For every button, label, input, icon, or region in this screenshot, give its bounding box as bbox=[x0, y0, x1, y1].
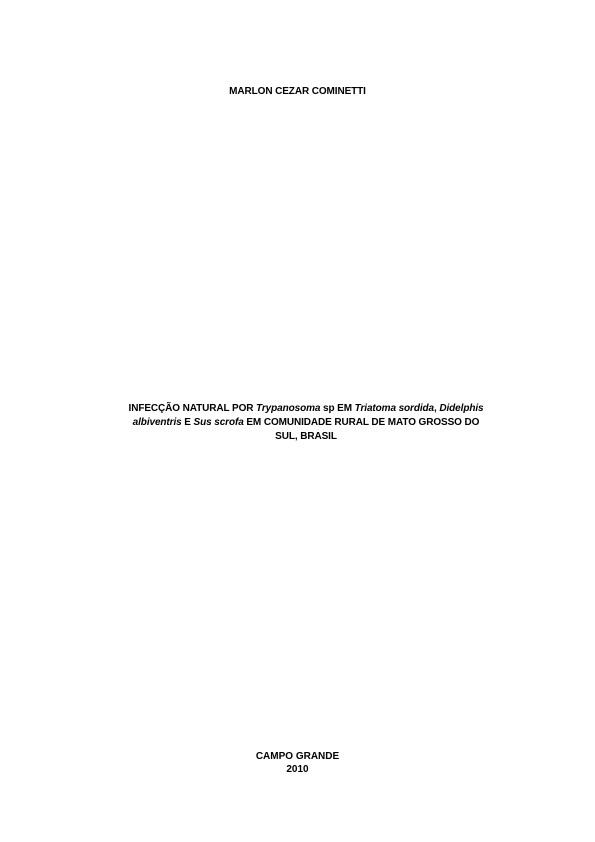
document-page: MARLON CEZAR COMINETTI INFECÇÃO NATURAL … bbox=[0, 0, 595, 842]
title-text: EM COMUNIDADE RURAL DE MATO GROSSO DO bbox=[243, 417, 480, 428]
title-text: sp EM bbox=[320, 403, 355, 414]
title-line-2: albiventris E Sus scrofa EM COMUNIDADE R… bbox=[86, 416, 526, 430]
title-species-name: Sus scrofa bbox=[193, 417, 244, 428]
title-species-name: albiventris bbox=[132, 417, 182, 428]
title-line-1: INFECÇÃO NATURAL POR Trypanosoma sp EM T… bbox=[86, 402, 526, 416]
title-species-name: Triatoma sordida bbox=[354, 403, 435, 414]
title-species-name: Trypanosoma bbox=[256, 403, 321, 414]
footer-block: CAMPO GRANDE 2010 bbox=[0, 750, 595, 776]
title-line-3: SUL, BRASIL bbox=[275, 431, 337, 442]
title-text: INFECÇÃO NATURAL POR bbox=[128, 403, 257, 414]
city: CAMPO GRANDE bbox=[255, 751, 340, 762]
thesis-title: INFECÇÃO NATURAL POR Trypanosoma sp EM T… bbox=[86, 402, 526, 444]
year: 2010 bbox=[286, 764, 309, 775]
title-species-name: Didelphis bbox=[439, 403, 484, 414]
title-text: E bbox=[181, 417, 194, 428]
author-name: MARLON CEZAR COMINETTI bbox=[229, 86, 366, 97]
